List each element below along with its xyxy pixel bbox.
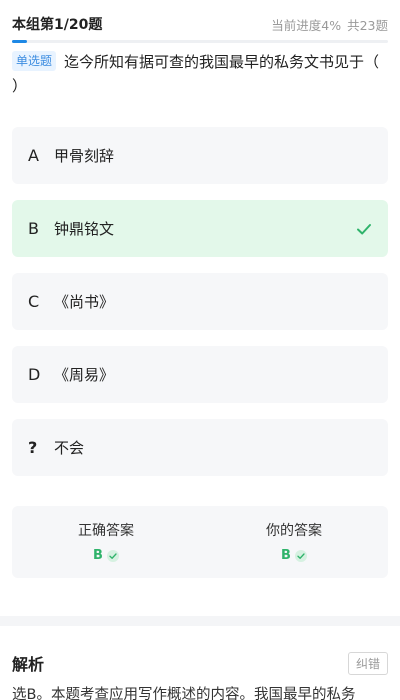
answer-summary: 正确答案 B 你的答案 B bbox=[12, 506, 388, 578]
option-text: 钟鼎铭文 bbox=[54, 220, 115, 238]
check-icon bbox=[294, 549, 307, 562]
option-text: 不会 bbox=[54, 439, 85, 457]
quiz-page: 本组第1/20题 当前进度4% 共23题 单选题 迄今所知有据可查的我国最早的私务文… bbox=[0, 0, 400, 700]
option-d[interactable]: D 《周易》 bbox=[12, 346, 388, 403]
check-icon bbox=[106, 549, 119, 562]
check-icon bbox=[357, 223, 371, 234]
total-questions: 共23题 bbox=[347, 17, 388, 33]
report-error-button[interactable]: 纠错 bbox=[347, 651, 388, 675]
option-dont-know[interactable]: ? 不会 bbox=[12, 419, 388, 476]
option-text: 《尚书》 bbox=[54, 293, 115, 311]
top-bar: 本组第1/20题 当前进度4% 共23题 bbox=[12, 14, 388, 34]
progress-bar bbox=[12, 40, 388, 43]
question-type-badge: 单选题 bbox=[12, 51, 57, 71]
analysis-header: 解析 纠错 bbox=[12, 650, 388, 676]
overall-progress: 当前进度4% 共23题 bbox=[265, 15, 388, 34]
correct-answer-label: 正确答案 bbox=[78, 523, 134, 539]
correct-answer: 正确答案 B bbox=[12, 520, 200, 563]
question-text: 迄今所知有据可查的我国最早的私务文书见于（ ） bbox=[12, 53, 380, 95]
option-letter: D bbox=[28, 365, 41, 384]
group-progress: 本组第1/20题 bbox=[12, 17, 103, 33]
analysis-title: 解析 bbox=[12, 655, 45, 674]
your-answer-label: 你的答案 bbox=[266, 523, 322, 539]
option-text: 甲骨刻辞 bbox=[54, 147, 115, 165]
progress-bar-fill bbox=[12, 40, 28, 43]
option-letter: C bbox=[28, 292, 40, 311]
current-progress: 当前进度4% bbox=[271, 17, 342, 33]
section-divider bbox=[0, 616, 400, 626]
your-answer: 你的答案 B bbox=[200, 520, 388, 563]
question: 单选题 迄今所知有据可查的我国最早的私务文书见于（ ） bbox=[12, 50, 388, 98]
option-a[interactable]: A 甲骨刻辞 bbox=[12, 127, 388, 184]
option-text: 《周易》 bbox=[54, 366, 115, 384]
analysis-text: 选B。本题考查应用写作概述的内容。我国最早的私务 bbox=[12, 687, 356, 700]
your-answer-letter: B bbox=[281, 548, 291, 563]
option-c[interactable]: C 《尚书》 bbox=[12, 273, 388, 330]
option-b[interactable]: B 钟鼎铭文 bbox=[12, 200, 388, 257]
correct-answer-value: B bbox=[93, 548, 119, 563]
correct-answer-letter: B bbox=[93, 548, 103, 563]
your-answer-value: B bbox=[281, 548, 307, 563]
question-mark-icon: ? bbox=[28, 438, 38, 457]
option-letter: B bbox=[28, 219, 39, 238]
option-letter: A bbox=[28, 146, 39, 165]
